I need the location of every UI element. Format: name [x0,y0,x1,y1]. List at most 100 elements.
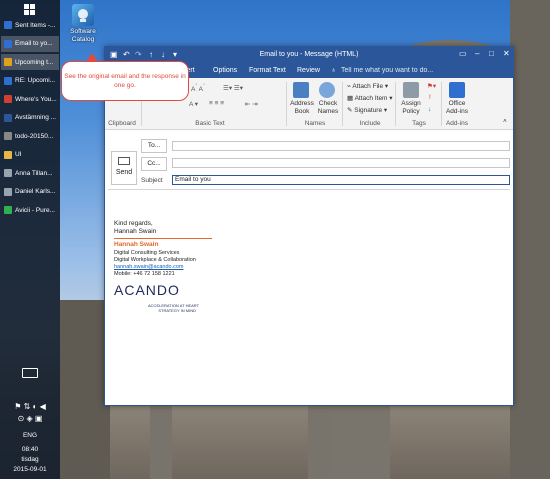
tab-format-text[interactable]: Format Text [249,67,286,74]
tell-me-search[interactable]: Tell me what you want to do... [341,67,433,74]
tab-review[interactable]: Review [297,67,320,74]
office-addins-button[interactable]: Office Add-ins [443,100,471,116]
clock-time[interactable]: 08:40 [0,446,60,453]
sig-divider [114,238,212,239]
subject-field[interactable]: Email to you [172,175,510,185]
collapse-ribbon-icon[interactable]: ˄ [503,118,507,125]
attach-item-label: Attach Item [354,95,388,102]
sig-email-link[interactable]: hannah.swain@acando.com [114,264,184,270]
send-envelope-icon [118,157,130,165]
signature-label: Signature [354,107,383,114]
font-color-icon[interactable]: A ▾ [189,100,198,108]
address-book-icon [293,82,309,98]
taskbar-item[interactable]: Email to yo... [1,35,59,52]
taskbar-item[interactable]: UI [1,147,59,163]
taskbar-item[interactable]: Daniel Karls... [1,184,59,200]
check-names-button[interactable]: Check Names [315,100,341,116]
clock-day: tisdag [21,456,39,463]
sig-name: Hannah Swain [114,228,157,235]
message-body[interactable]: Kind regards, Hannah Swain Hannah Swain … [108,189,510,403]
separator [395,82,396,126]
send-button[interactable]: Send [111,151,137,185]
app-icon [4,39,12,48]
sig-department: Digital Workplace & Collaboration [114,257,196,263]
annotation-callout: See the original email and the response … [61,61,189,101]
attach-item-icon: ▦ [347,95,355,102]
app-icon [4,132,12,140]
taskbar-item-label: RE: Upcomi... [15,77,56,84]
sig-mobile: Mobile: +46 72 158 1221 [114,271,175,277]
tray-icons[interactable]: ⚑ ⇅ ◐ ◀ [0,402,60,411]
acando-logo-text: ACANDO [114,282,180,298]
group-names: Names [304,120,326,127]
taskbar-item[interactable]: todo-20150... [1,128,59,144]
assign-policy-button[interactable]: Assign Policy [397,100,425,116]
taskbar-item[interactable]: Sent Items -... [1,17,59,33]
wallpaper-pillar [510,0,550,479]
to-field[interactable] [172,141,510,151]
tab-options[interactable]: Options [213,67,237,74]
taskbar-item-label: Avicii - Pure... [15,206,55,214]
taskbar-item[interactable]: Anna Tillan... [1,165,59,181]
attach-item-button[interactable]: ▦ Attach Item ▾ [347,94,393,102]
taskbar-item[interactable]: Where's You... [1,91,59,107]
taskbar-item[interactable]: Avicii - Pure... [1,202,59,218]
bullets-icon[interactable]: ☰▾ ☰▾ [223,84,243,92]
cc-field[interactable] [172,158,510,168]
cc-button[interactable]: Cc... [141,157,167,171]
font-size-buttons[interactable]: Aˆ Aˇ [191,84,205,93]
taskbar-item-label: Avstämning ... [15,114,57,121]
taskbar-item[interactable]: RE: Upcomi... [1,73,59,89]
assign-policy-icon [403,82,419,98]
signature-button[interactable]: ✎ Signature ▾ [347,106,387,114]
indent-icons[interactable]: ⇤ ⇥ [245,100,258,108]
to-button[interactable]: To... [141,139,167,153]
ribbon-display-options-icon[interactable]: ▭ [459,49,467,58]
taskbar-item-label: todo-20150... [15,132,54,140]
high-importance-icon[interactable]: ! [429,94,431,101]
separator [286,82,287,126]
address-book-button[interactable]: Address Book [289,100,315,116]
app-icon [4,113,12,122]
low-importance-icon[interactable]: ↓ [428,106,431,113]
app-icon [4,150,12,159]
app-icon [4,95,12,103]
taskbar: Sent Items -... Email to yo... Upcoming t.… [0,0,60,479]
app-icon [4,76,12,85]
desktop-icon-software-catalog[interactable]: Software Catalog [64,4,102,44]
follow-up-flag-icon[interactable]: ⚑▾ [427,82,436,90]
check-names-icon [319,82,335,98]
wallpaper-pillar [330,400,390,479]
close-button[interactable]: ✕ [503,49,510,58]
maximize-button[interactable]: □ [489,49,494,58]
app-icon [4,187,12,196]
taskbar-item-label: Upcoming t... [15,58,54,66]
group-tags: Tags [412,120,426,127]
separator [342,82,343,126]
taskbar-item-label: Where's You... [15,95,57,103]
attach-file-label: Attach File [352,83,384,90]
start-icon[interactable] [24,4,36,16]
keyboard-icon[interactable] [0,368,60,378]
send-label: Send [115,169,133,176]
taskbar-item-label: Daniel Karls... [15,188,56,195]
group-include: Include [359,120,381,127]
minimize-button[interactable]: – [475,49,479,58]
subject-label: Subject [141,177,163,184]
language-indicator[interactable]: ENG [0,432,60,439]
logo-tagline-2: STRATEGY IN MIND [158,308,196,313]
app-icon [4,169,12,177]
acando-logo: ACANDO [114,282,180,298]
sig-title: Digital Consulting Services [114,250,180,256]
attach-file-button[interactable]: ⌁ Attach File ▾ [347,82,388,90]
desktop-icon-label-1: Software [70,28,96,35]
office-addins-icon [449,82,465,98]
app-icon [4,21,12,29]
align-icons[interactable]: ≡ ≡ ≡ [209,100,224,107]
group-add-ins: Add-ins [445,120,469,127]
taskbar-item-label: Sent Items -... [15,21,56,29]
tray-app-icons[interactable]: ⊙ ◈ ▣ [0,414,60,423]
software-catalog-icon [72,4,94,26]
taskbar-item[interactable]: Avstämning ... [1,110,59,126]
taskbar-item[interactable]: Upcoming t... [1,54,59,70]
